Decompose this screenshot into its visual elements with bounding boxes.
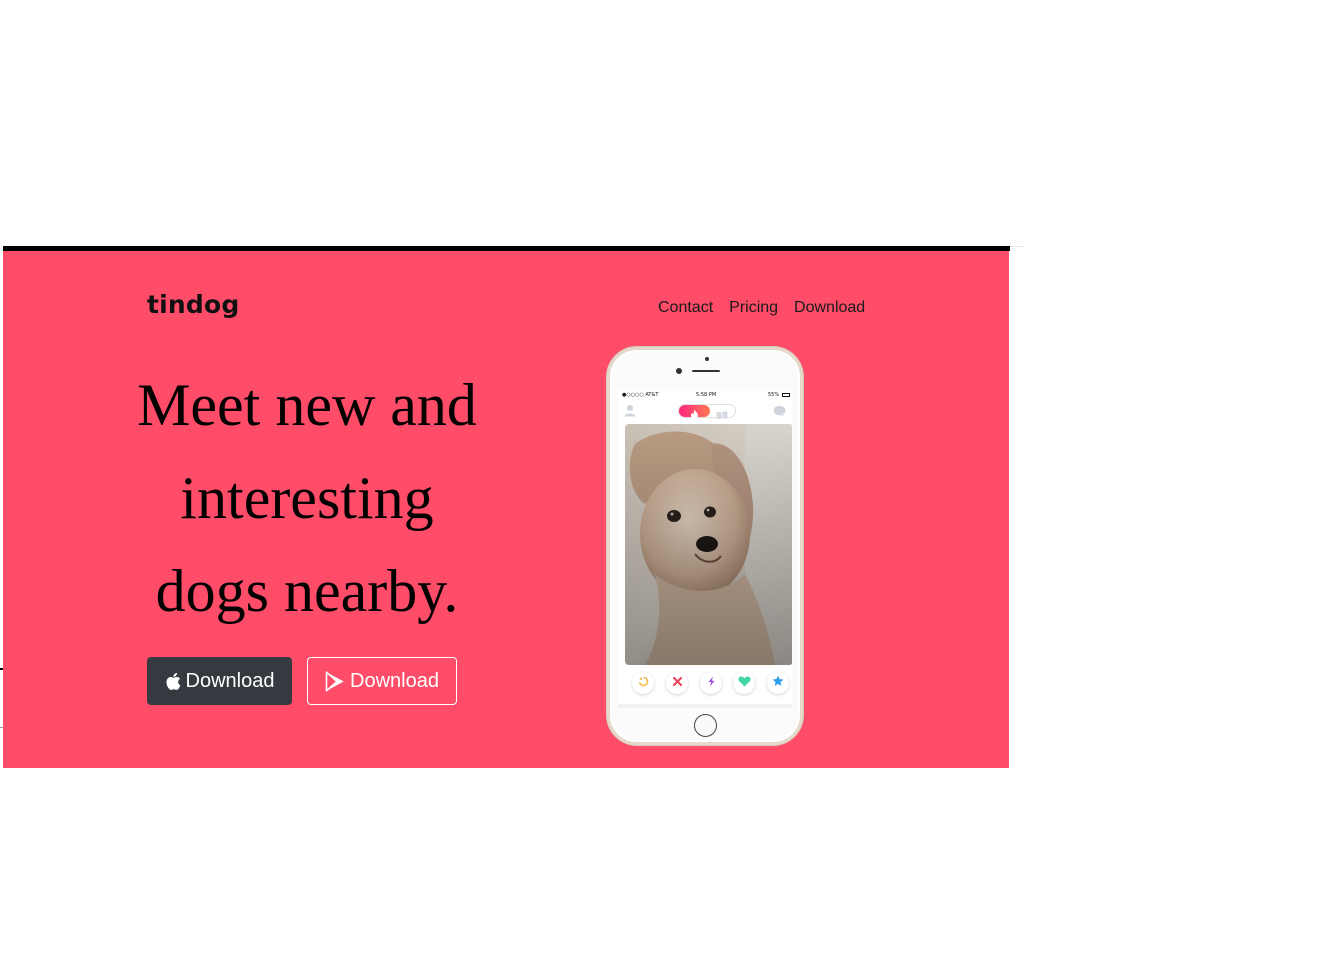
action-buttons-row	[618, 672, 792, 698]
nope-button[interactable]	[666, 672, 688, 694]
headline-line-3: dogs nearby.	[155, 558, 459, 624]
phone-status-bar: ●○○○○ AT&T 5:58 PM 55%	[618, 392, 792, 401]
apple-download-button[interactable]: Download	[147, 657, 292, 705]
screen-bottom-strip	[618, 704, 792, 708]
status-carrier: ●○○○○ AT&T	[622, 392, 659, 398]
hero-section: tindog Contact Pricing Download Meet new…	[3, 251, 1009, 768]
messages-icon[interactable]	[773, 404, 786, 422]
phone-screen: ●○○○○ AT&T 5:58 PM 55%	[618, 390, 792, 708]
rewind-icon	[638, 674, 649, 692]
dog-profile-photo[interactable]	[625, 424, 792, 665]
nav-download-link[interactable]: Download	[786, 299, 873, 317]
rewind-button[interactable]	[632, 672, 654, 694]
phone-camera	[705, 357, 709, 361]
top-nav: Contact Pricing Download	[650, 299, 873, 317]
like-icon	[737, 674, 751, 692]
brand-logo[interactable]: tindog	[147, 290, 239, 319]
phone-mockup: ●○○○○ AT&T 5:58 PM 55%	[607, 347, 803, 745]
like-button[interactable]	[733, 672, 755, 694]
google-play-icon	[325, 670, 345, 692]
hero-headline: Meet new and interesting dogs nearby.	[111, 359, 503, 638]
nav-pricing-link[interactable]: Pricing	[721, 299, 786, 317]
super-like-icon	[772, 674, 784, 692]
flame-icon	[690, 406, 699, 424]
phone-speaker	[692, 370, 720, 372]
battery-icon	[782, 393, 790, 397]
status-battery: 55%	[768, 392, 780, 398]
play-download-label: Download	[350, 669, 439, 692]
headline-line-1: Meet new and	[137, 372, 477, 438]
profile-icon[interactable]	[624, 404, 636, 422]
nav-contact-link[interactable]: Contact	[650, 299, 721, 317]
discovery-toggle[interactable]	[678, 404, 736, 419]
dog-photo-image	[625, 424, 792, 665]
nope-icon	[672, 674, 683, 692]
explore-icon	[716, 407, 728, 425]
play-store-download-button[interactable]: Download	[307, 657, 457, 705]
apple-download-label: Download	[185, 669, 275, 692]
boost-button[interactable]	[700, 672, 722, 694]
phone-front-sensor	[676, 368, 682, 374]
phone-home-button[interactable]	[694, 714, 717, 737]
apple-icon	[165, 672, 181, 691]
top-border-faint	[1010, 246, 1024, 247]
app-top-bar	[618, 401, 792, 421]
boost-icon	[707, 674, 716, 692]
headline-line-2: interesting	[180, 465, 434, 531]
status-time: 5:58 PM	[696, 392, 717, 398]
super-like-button[interactable]	[767, 672, 789, 694]
